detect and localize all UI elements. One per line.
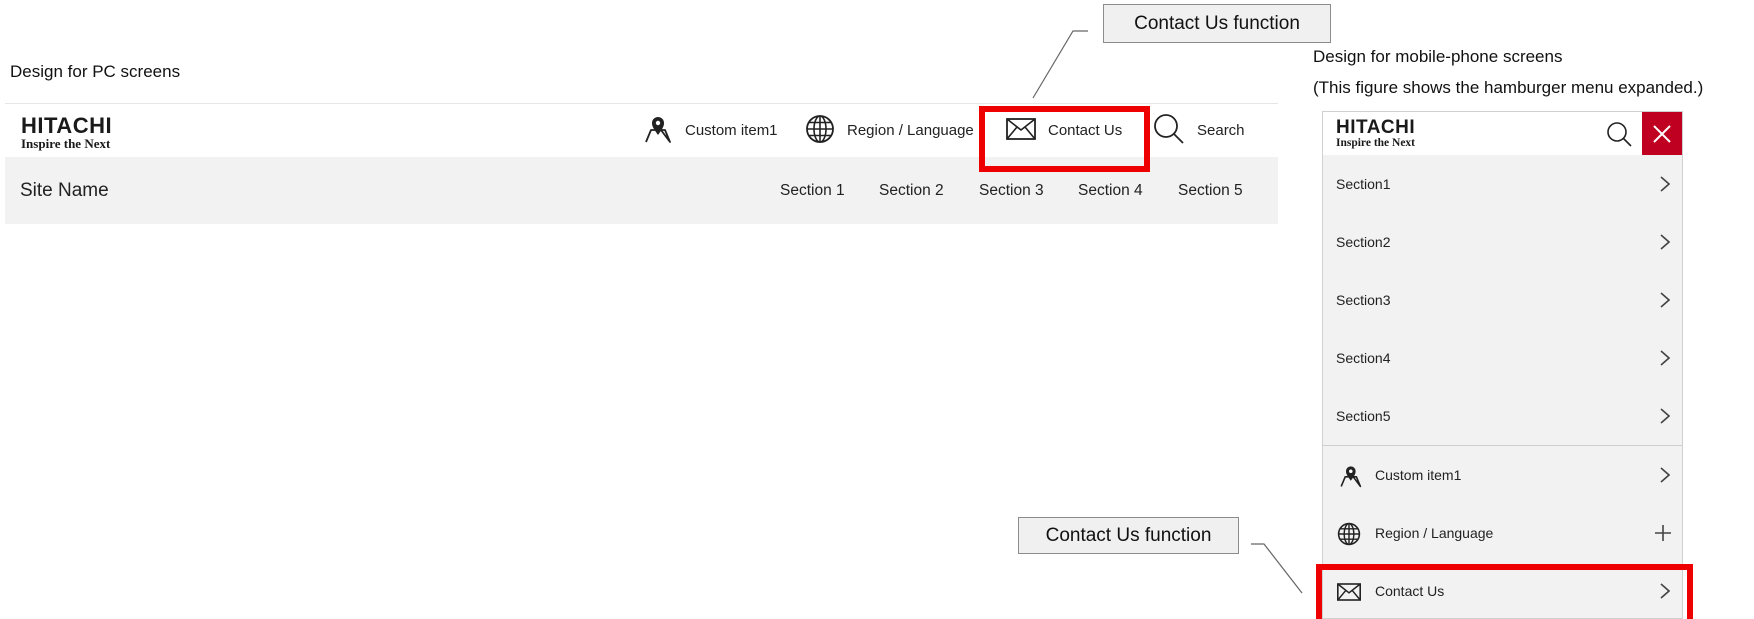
mail-icon [1337,583,1361,604]
search-link[interactable]: Search [1153,104,1245,157]
mobile-logo-brand: HITACHI [1336,117,1416,138]
logo-tagline: Inspire the Next [21,136,111,151]
mobile-header: HITACHI Inspire the Next [1323,112,1682,155]
pc-contact-us-callout: Contact Us function [1103,4,1331,43]
close-icon [1653,124,1671,143]
mobile-custom-item[interactable]: Custom item1 [1323,446,1682,504]
mobile-custom-item-label: Custom item1 [1375,467,1462,483]
nav-section-5[interactable]: Section 5 [1178,157,1243,224]
chevron-right-icon [1660,176,1670,192]
chevron-right-icon [1660,234,1670,250]
mobile-contact-us-label: Contact Us [1375,583,1445,599]
nav-section-1[interactable]: Section 1 [780,157,845,224]
mobile-section-label: Section1 [1336,176,1391,192]
pc-header-mockup: HITACHI Inspire the Next Custom item1 Re… [5,103,1278,225]
chevron-right-icon [1660,292,1670,308]
chevron-right-icon [1660,350,1670,366]
map-pin-icon [1337,464,1363,491]
pc-site-bar: Site Name Section 1 Section 2 Section 3 … [5,157,1278,224]
mobile-region-language-label: Region / Language [1375,525,1494,541]
search-label: Search [1197,122,1245,139]
pc-design-caption: Design for PC screens [10,62,181,81]
search-icon [1153,113,1185,149]
pc-callout-leader-line [1032,30,1088,99]
mobile-hitachi-logo[interactable]: HITACHI Inspire the Next [1336,118,1415,149]
mobile-callout-leader-line [1251,543,1303,594]
contact-us-link[interactable]: Contact Us [1006,104,1122,157]
nav-section-2[interactable]: Section 2 [879,157,944,224]
pc-utility-bar: HITACHI Inspire the Next Custom item1 Re… [5,104,1278,157]
chevron-right-icon [1660,583,1670,599]
mail-icon [1006,117,1036,144]
mobile-section-4[interactable]: Section4 [1323,329,1682,387]
close-menu-button[interactable] [1642,112,1682,155]
nav-section-4[interactable]: Section 4 [1078,157,1143,224]
custom-item-link[interactable]: Custom item1 [641,104,778,157]
globe-icon [805,114,835,148]
logo-brand: HITACHI [21,113,113,138]
mobile-section-3[interactable]: Section3 [1323,271,1682,329]
plus-icon [1655,525,1671,541]
region-language-link[interactable]: Region / Language [805,104,974,157]
chevron-right-icon [1660,408,1670,424]
mobile-section-label: Section3 [1336,292,1391,308]
mobile-search-icon[interactable] [1606,121,1632,147]
mobile-logo-tagline: Inspire the Next [1336,137,1416,149]
mobile-section-1[interactable]: Section1 [1323,155,1682,213]
mobile-section-label: Section5 [1336,408,1391,424]
mobile-design-caption: Design for mobile-phone screens [1313,47,1563,66]
mobile-contact-us-callout: Contact Us function [1018,517,1239,554]
chevron-right-icon [1660,467,1670,483]
mobile-section-label: Section2 [1336,234,1391,250]
custom-item-label: Custom item1 [685,122,778,139]
nav-section-3[interactable]: Section 3 [979,157,1044,224]
map-pin-icon [641,114,673,148]
mobile-section-5[interactable]: Section5 [1323,387,1682,445]
site-name[interactable]: Site Name [20,157,109,224]
hitachi-logo[interactable]: HITACHI Inspire the Next [21,115,112,151]
mobile-region-language[interactable]: Region / Language [1323,504,1682,562]
mobile-design-note: (This figure shows the hamburger menu ex… [1313,78,1704,97]
mobile-menu-mockup: HITACHI Inspire the Next Section1 Sectio… [1322,111,1683,619]
contact-us-label: Contact Us [1048,122,1123,139]
mobile-contact-us[interactable]: Contact Us [1323,562,1682,618]
mobile-section-2[interactable]: Section2 [1323,213,1682,271]
mobile-section-label: Section4 [1336,350,1391,366]
region-language-label: Region / Language [847,122,974,139]
globe-icon [1337,522,1361,549]
